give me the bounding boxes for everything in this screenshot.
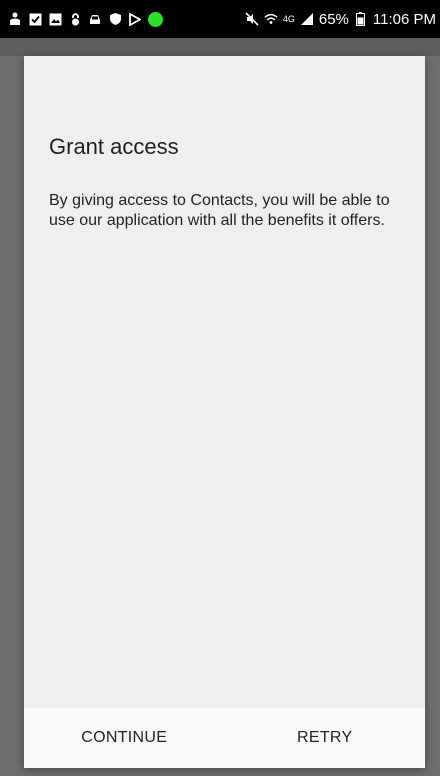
green-dot-icon (148, 11, 163, 27)
system-icons: 4G 65% 11:06 PM (245, 11, 436, 28)
car-icon (88, 12, 102, 26)
retry-button[interactable]: RETRY (225, 708, 426, 768)
lock-icon (68, 12, 82, 26)
signal-icon (300, 12, 314, 26)
checkbox-icon (28, 12, 42, 26)
dialog-title: Grant access (49, 134, 179, 159)
battery-percent: 65% (318, 10, 349, 28)
scrim (0, 38, 440, 56)
continue-button[interactable]: CONTINUE (24, 708, 225, 768)
person-upload-icon (8, 12, 22, 26)
wifi-icon (264, 12, 278, 26)
dialog-message: By giving access to Contacts, you will b… (49, 192, 390, 229)
clock: 11:06 PM (372, 10, 436, 28)
grant-access-dialog: Grant access By giving access to Contact… (24, 56, 425, 768)
shield-icon (108, 12, 122, 26)
image-icon (48, 12, 62, 26)
lte-icon: 4G (282, 13, 295, 24)
battery-icon (354, 12, 368, 26)
dialog-actions: CONTINUE RETRY (24, 708, 425, 768)
flag-icon (128, 12, 142, 26)
status-bar: 4G 65% 11:06 PM (0, 0, 440, 38)
mute-icon (245, 12, 259, 26)
notification-icons (8, 11, 163, 27)
